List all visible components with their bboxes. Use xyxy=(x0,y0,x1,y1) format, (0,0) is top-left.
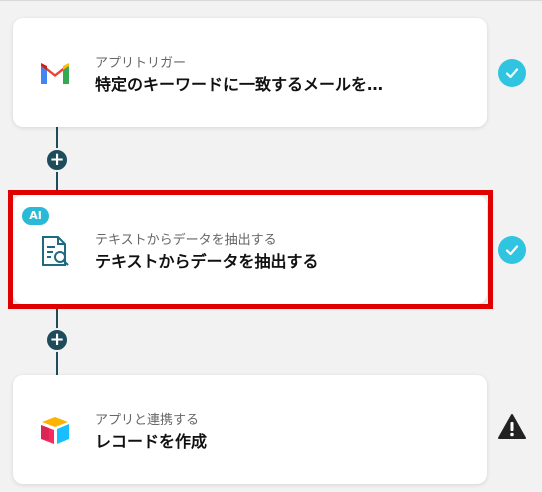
step-title: 特定のキーワードに一致するメールを… xyxy=(95,75,384,94)
airtable-icon xyxy=(41,417,69,444)
check-circle-icon xyxy=(498,236,526,264)
top-divider xyxy=(0,0,542,1)
check-icon xyxy=(505,68,519,79)
step-subtitle: アプリトリガー xyxy=(95,56,187,71)
step-subtitle: アプリと連携する xyxy=(95,413,200,428)
warning-icon xyxy=(498,414,526,439)
step-title: レコードを作成 xyxy=(95,432,208,451)
step-card-record[interactable]: アプリと連携する レコードを作成 xyxy=(13,375,487,484)
check-icon xyxy=(505,245,519,256)
check-circle-icon xyxy=(498,59,526,87)
add-step-label: + xyxy=(49,149,65,170)
add-step-label: + xyxy=(49,329,65,350)
add-step-button[interactable]: + xyxy=(45,148,69,172)
workflow-canvas: + + アプリトリガー 特定のキーワードに一致するメールを… テキストからデータ… xyxy=(0,0,542,492)
add-step-button[interactable]: + xyxy=(45,328,69,352)
ai-badge: AI xyxy=(22,207,49,225)
step-card-trigger[interactable]: アプリトリガー 特定のキーワードに一致するメールを… xyxy=(13,18,487,127)
selected-step-highlight xyxy=(8,190,493,309)
gmail-icon xyxy=(41,63,69,84)
